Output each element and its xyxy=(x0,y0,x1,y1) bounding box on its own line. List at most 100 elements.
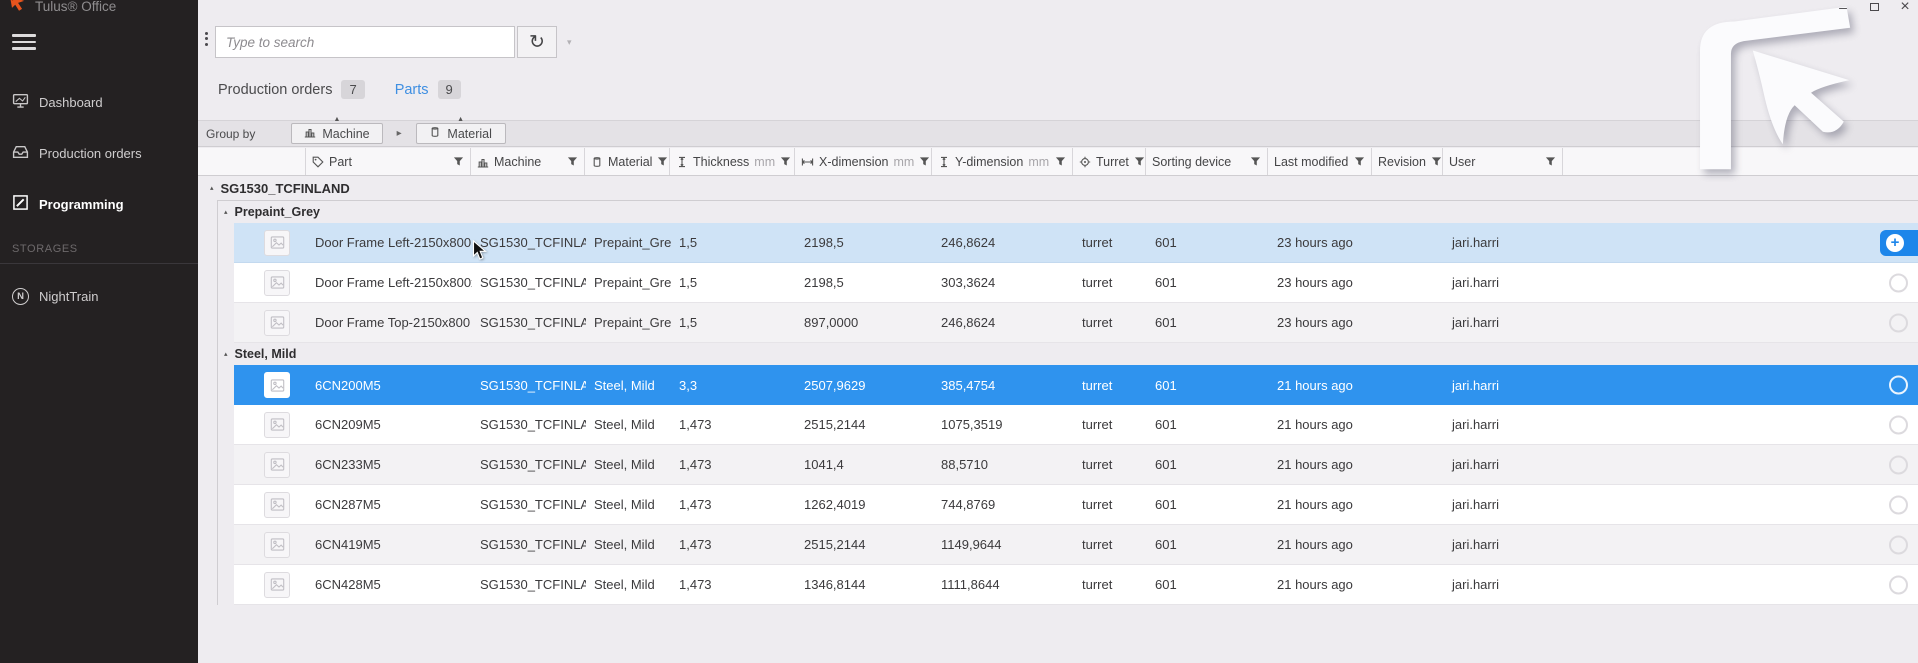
chip-label: Machine xyxy=(322,126,370,141)
table-row[interactable]: Door Frame Top-2150x800 SG1530_TCFINLAND P… xyxy=(234,303,1918,343)
y-cell: 303,3624 xyxy=(941,275,996,290)
x-cell: 2515,2144 xyxy=(804,537,866,552)
column-header-turret[interactable]: Turret xyxy=(1073,148,1146,175)
modified-cell: 23 hours ago xyxy=(1277,315,1353,330)
circle-n-icon: N xyxy=(12,287,29,305)
group-header-machine[interactable]: ▴ SG1530_TCFINLAND xyxy=(198,176,1918,200)
user-cell: jari.harri xyxy=(1452,235,1499,250)
filter-icon[interactable] xyxy=(567,156,578,167)
group-box: ▴ Prepaint_Grey Door Frame Left-2150x800 SG… xyxy=(217,200,1918,605)
row-trailing xyxy=(1564,263,1918,302)
filter-icon[interactable] xyxy=(453,156,464,167)
close-button[interactable]: × xyxy=(1898,0,1912,15)
hamburger-menu-icon[interactable] xyxy=(12,30,36,54)
revision-cell xyxy=(1373,485,1444,524)
part-thumbnail[interactable] xyxy=(264,571,290,598)
column-header-y[interactable]: Y-dimension mm xyxy=(932,148,1073,175)
table-row[interactable]: 6CN428M5 SG1530_TCFINLAND Steel, Mild 1,473… xyxy=(234,565,1918,605)
chevron-right-icon[interactable]: ▸ xyxy=(397,128,402,139)
column-header-sorting[interactable]: Sorting device xyxy=(1146,148,1268,175)
filter-icon[interactable] xyxy=(657,156,668,167)
column-header-revision[interactable]: Revision xyxy=(1372,148,1443,175)
part-cell: 6CN209M5 xyxy=(315,417,381,432)
sidebar-item-nighttrain[interactable]: N NightTrain xyxy=(0,280,198,312)
x-cell: 1041,4 xyxy=(804,457,844,472)
table-row[interactable]: 6CN200M5 SG1530_TCFINLAND Steel, Mild 3,3 25… xyxy=(234,365,1918,405)
tulus-logo-icon xyxy=(8,0,27,18)
row-select-circle[interactable] xyxy=(1889,495,1908,514)
modified-cell: 21 hours ago xyxy=(1277,417,1353,432)
x-cell: 2515,2144 xyxy=(804,417,866,432)
column-header-part[interactable]: Part xyxy=(306,148,471,175)
column-header-machine[interactable]: Machine xyxy=(471,148,585,175)
sidebar-item-programming[interactable]: Programming xyxy=(0,188,198,220)
filter-icon[interactable] xyxy=(919,156,930,167)
kebab-menu-icon[interactable] xyxy=(205,29,209,48)
thumbnail-cell xyxy=(248,445,307,484)
row-select-circle[interactable] xyxy=(1889,415,1908,434)
filter-icon[interactable] xyxy=(1431,156,1442,167)
column-label: Material xyxy=(608,154,653,169)
part-thumbnail[interactable] xyxy=(264,309,290,336)
search-input[interactable] xyxy=(215,26,515,58)
subgroup-header-material[interactable]: ▴ Steel, Mild xyxy=(218,343,1918,365)
column-label: Revision xyxy=(1378,154,1426,169)
row-select-circle[interactable] xyxy=(1889,535,1908,554)
sorting-cell: 601 xyxy=(1155,275,1177,290)
x-cell: 1346,8144 xyxy=(804,577,866,592)
row-select-circle[interactable] xyxy=(1889,575,1908,594)
x-cell: 1262,4019 xyxy=(804,497,866,512)
column-header-user[interactable]: User xyxy=(1443,148,1563,175)
part-cell: Door Frame Left-2150x800x50 xyxy=(315,275,472,290)
filter-icon[interactable] xyxy=(1134,156,1145,167)
filter-icon[interactable] xyxy=(1545,156,1556,167)
part-thumbnail[interactable] xyxy=(264,491,290,518)
thumbnail-cell xyxy=(248,485,307,524)
row-select-circle[interactable] xyxy=(1889,273,1908,292)
column-header-modified[interactable]: Last modified xyxy=(1268,148,1372,175)
sidebar-item-dashboard[interactable]: Dashboard xyxy=(0,86,198,118)
filter-icon[interactable] xyxy=(780,156,791,167)
table-row[interactable]: Door Frame Left-2150x800 SG1530_TCFINLAND… xyxy=(234,223,1918,263)
tab-production-orders[interactable]: Production orders 7 xyxy=(218,80,365,99)
column-label: Machine xyxy=(494,154,542,169)
filter-icon[interactable] xyxy=(1055,156,1066,167)
part-thumbnail[interactable] xyxy=(264,229,290,256)
revision-cell xyxy=(1373,565,1444,604)
add-to-order-button[interactable]: + xyxy=(1880,229,1918,256)
part-thumbnail[interactable] xyxy=(264,269,290,296)
tab-parts[interactable]: Parts 9 xyxy=(395,80,461,99)
group-chip-machine[interactable]: ▲ Machine xyxy=(291,116,383,144)
group-chip-material[interactable]: ▲ Material xyxy=(415,116,506,144)
table-row[interactable]: Door Frame Left-2150x800x50 SG1530_TCFINL… xyxy=(234,263,1918,303)
part-thumbnail[interactable] xyxy=(264,372,290,398)
subgroup-header-material[interactable]: ▴ Prepaint_Grey xyxy=(218,201,1918,223)
sorting-cell: 601 xyxy=(1155,377,1177,393)
table-row[interactable]: 6CN209M5 SG1530_TCFINLAND Steel, Mild 1,473… xyxy=(234,405,1918,445)
part-thumbnail[interactable] xyxy=(264,411,290,438)
filter-icon[interactable] xyxy=(1354,156,1365,167)
chevron-down-icon[interactable]: ▾ xyxy=(567,37,572,48)
row-select-circle[interactable] xyxy=(1889,313,1908,332)
sidebar-item-production-orders[interactable]: Production orders xyxy=(0,137,198,169)
tab-count-badge: 9 xyxy=(437,80,461,99)
row-select-circle[interactable] xyxy=(1889,455,1908,474)
refresh-button[interactable]: ↻ xyxy=(517,26,557,58)
column-header-x[interactable]: X-dimension mm xyxy=(795,148,932,175)
part-thumbnail[interactable] xyxy=(264,531,290,558)
row-select-circle[interactable] xyxy=(1889,375,1908,395)
column-header-material[interactable]: Material xyxy=(585,148,670,175)
filter-icon[interactable] xyxy=(1250,156,1261,167)
column-label: Last modified xyxy=(1274,154,1349,169)
restore-button[interactable] xyxy=(1867,0,1881,14)
table-row[interactable]: 6CN233M5 SG1530_TCFINLAND Steel, Mild 1,473… xyxy=(234,445,1918,485)
machine-cell: SG1530_TCFINLAND xyxy=(480,497,586,512)
part-thumbnail[interactable] xyxy=(264,451,290,478)
modified-cell: 21 hours ago xyxy=(1277,497,1353,512)
part-cell: 6CN419M5 xyxy=(315,537,381,552)
column-unit: mm xyxy=(754,154,776,169)
minimize-button[interactable]: – xyxy=(1836,0,1850,15)
table-row[interactable]: 6CN287M5 SG1530_TCFINLAND Steel, Mild 1,473… xyxy=(234,485,1918,525)
table-row[interactable]: 6CN419M5 SG1530_TCFINLAND Steel, Mild 1,473… xyxy=(234,525,1918,565)
column-header-thickness[interactable]: Thickness mm xyxy=(670,148,795,175)
